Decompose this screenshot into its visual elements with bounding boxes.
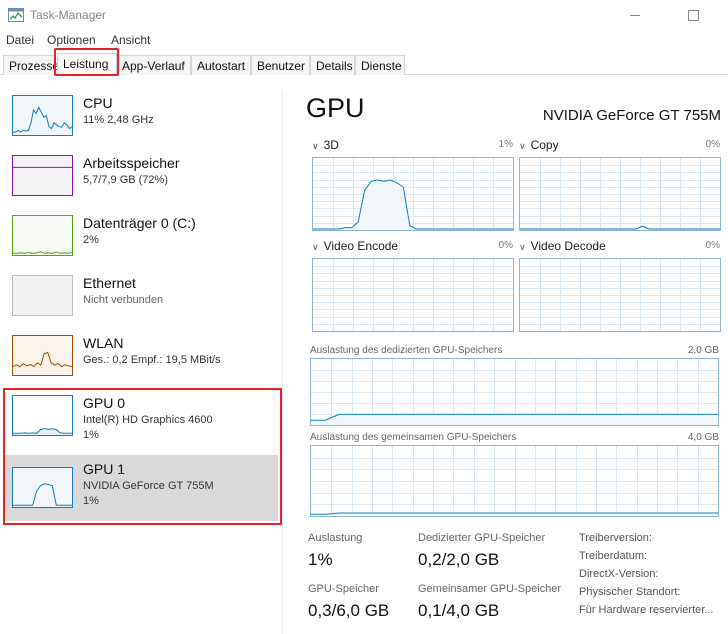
engine-percent: 0% bbox=[705, 240, 720, 251]
tab-prozesse[interactable]: Prozesse bbox=[3, 55, 59, 75]
stat-label-gpu-memory: GPU-Speicher bbox=[308, 583, 379, 595]
chevron-down-icon: ∨ bbox=[312, 242, 319, 252]
sidebar-item-label: Datenträger 0 (C:) bbox=[83, 215, 196, 231]
shared-memory-max: 4,0 GB bbox=[687, 432, 719, 443]
sidebar-divider bbox=[282, 90, 283, 634]
stat-label-dedicated-memory: Dedizierter GPU-Speicher bbox=[418, 532, 546, 544]
engine-percent: 0% bbox=[498, 240, 513, 251]
tab-highlight-box bbox=[54, 48, 119, 76]
sidebar-item-cpu[interactable]: CPU 11% 2,48 GHz bbox=[5, 90, 278, 150]
engine-label: Copy bbox=[530, 138, 559, 152]
stat-value-dedicated-memory: 0,2/2,0 GB bbox=[418, 550, 500, 569]
shared-memory-label: Auslastung des gemeinsamen GPU-Speichers bbox=[310, 432, 517, 443]
wlan-thumbnail bbox=[12, 335, 73, 376]
engine-label: Video Decode bbox=[530, 239, 606, 253]
engine-video-encode-selector[interactable]: ∨ Video Encode bbox=[312, 239, 398, 253]
dedicated-memory-graph bbox=[310, 358, 719, 426]
sidebar-item-label: Arbeitsspeicher bbox=[83, 155, 180, 171]
menu-optionen[interactable]: Optionen bbox=[47, 33, 96, 47]
menu-ansicht[interactable]: Ansicht bbox=[111, 33, 150, 47]
minimize-button[interactable] bbox=[620, 4, 650, 26]
chevron-down-icon: ∨ bbox=[519, 141, 526, 151]
engine-copy-graph bbox=[519, 157, 721, 231]
engine-percent: 1% bbox=[498, 139, 513, 150]
memory-usage-area bbox=[311, 414, 718, 425]
info-hardware-reserved: Für Hardware reservierter... bbox=[579, 604, 714, 616]
sidebar-item-wlan[interactable]: WLAN Ges.: 0,2 Empf.: 19,5 MBit/s bbox=[5, 330, 278, 390]
tab-benutzer[interactable]: Benutzer bbox=[251, 55, 310, 75]
gpu-highlight-box bbox=[3, 388, 282, 525]
stat-label-utilization: Auslastung bbox=[308, 532, 363, 544]
task-manager-icon bbox=[8, 8, 24, 22]
engine-video-decode-selector[interactable]: ∨ Video Decode bbox=[519, 239, 606, 253]
info-physical-location: Physischer Standort: bbox=[579, 586, 681, 598]
stat-value-gpu-memory: 0,3/6,0 GB bbox=[308, 601, 390, 620]
maximize-button[interactable] bbox=[678, 4, 708, 26]
page-title: GPU bbox=[306, 93, 365, 123]
engine-percent: 0% bbox=[705, 139, 720, 150]
tab-autostart[interactable]: Autostart bbox=[191, 55, 251, 75]
sidebar-item-detail: 11% 2,48 GHz bbox=[83, 114, 154, 126]
sidebar-item-disk[interactable]: Datenträger 0 (C:) 2% bbox=[5, 210, 278, 270]
engine-label: 3D bbox=[323, 138, 339, 152]
tab-dienste[interactable]: Dienste bbox=[355, 55, 405, 75]
info-driver-version: Treiberversion: bbox=[579, 532, 652, 544]
chevron-down-icon: ∨ bbox=[312, 141, 319, 151]
chevron-down-icon: ∨ bbox=[519, 242, 526, 252]
engine-video-decode-graph bbox=[519, 258, 721, 332]
usage-sparkline-area bbox=[13, 167, 72, 195]
sidebar-item-ethernet[interactable]: Ethernet Nicht verbunden bbox=[5, 270, 278, 330]
usage-sparkline-line bbox=[13, 251, 72, 254]
engine-label: Video Encode bbox=[323, 239, 399, 253]
engine-video-encode-graph bbox=[312, 258, 514, 332]
engine-copy-selector[interactable]: ∨ Copy bbox=[519, 138, 559, 152]
engine-3d-selector[interactable]: ∨ 3D bbox=[312, 138, 339, 152]
menu-datei[interactable]: Datei bbox=[6, 33, 34, 47]
dedicated-memory-max: 2,0 GB bbox=[687, 345, 719, 356]
sidebar-item-detail: 2% bbox=[83, 234, 99, 246]
memory-thumbnail bbox=[12, 155, 73, 196]
window-title: Task-Manager bbox=[30, 8, 107, 22]
sidebar-item-detail: Nicht verbunden bbox=[83, 294, 164, 306]
sidebar-item-label: Ethernet bbox=[83, 275, 136, 291]
engine-3d-graph bbox=[312, 157, 514, 231]
sidebar-item-label: CPU bbox=[83, 95, 113, 111]
sidebar-item-memory[interactable]: Arbeitsspeicher 5,7/7,9 GB (72%) bbox=[5, 150, 278, 210]
cpu-thumbnail bbox=[12, 95, 73, 136]
gpu-model-name: NVIDIA GeForce GT 755M bbox=[542, 107, 721, 124]
sidebar-item-label: WLAN bbox=[83, 335, 124, 351]
stat-value-shared-memory: 0,1/4,0 GB bbox=[418, 601, 500, 620]
disk-thumbnail bbox=[12, 215, 73, 256]
stat-value-utilization: 1% bbox=[308, 550, 333, 569]
usage-sparkline-area bbox=[13, 352, 72, 375]
stat-label-shared-memory: Gemeinsamer GPU-Speicher bbox=[418, 583, 562, 595]
sidebar-item-detail: 5,7/7,9 GB (72%) bbox=[83, 174, 168, 186]
info-directx-version: DirectX-Version: bbox=[579, 568, 659, 580]
tab-details[interactable]: Details bbox=[310, 55, 355, 75]
sidebar-item-detail: Ges.: 0,2 Empf.: 19,5 MBit/s bbox=[83, 354, 221, 366]
ethernet-thumbnail bbox=[12, 275, 73, 316]
title-bar: Task-Manager bbox=[0, 0, 728, 30]
dedicated-memory-label: Auslastung des dedizierten GPU-Speichers bbox=[310, 345, 503, 356]
tab-app-verlauf[interactable]: App-Verlauf bbox=[116, 55, 191, 75]
info-driver-date: Treiberdatum: bbox=[579, 550, 648, 562]
shared-memory-graph bbox=[310, 445, 719, 517]
